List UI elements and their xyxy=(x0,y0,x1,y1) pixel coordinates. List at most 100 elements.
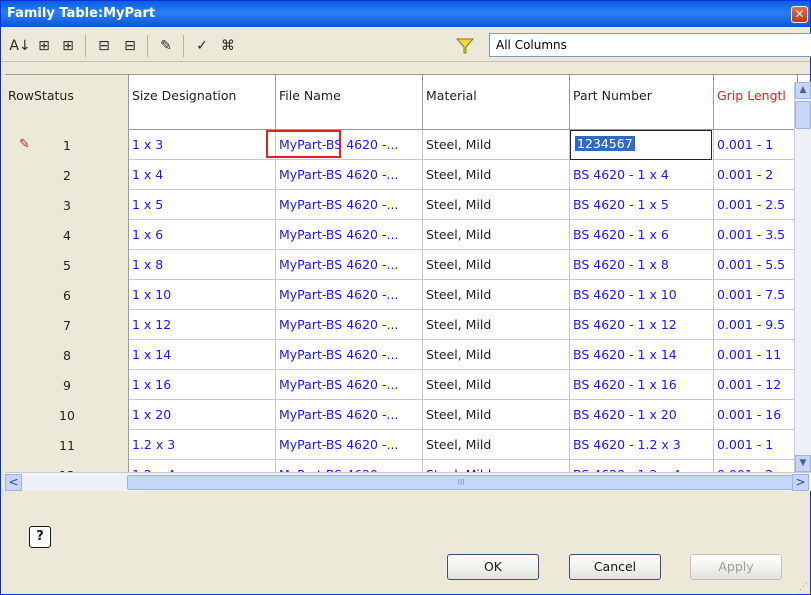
cell-file-name[interactable]: MyPart-BS 4620 -... xyxy=(276,460,423,472)
column-header-material[interactable]: Material xyxy=(423,75,570,130)
cell-size-designation[interactable]: 1 x 3 xyxy=(129,130,276,160)
cell-material[interactable]: Steel, Mild xyxy=(423,280,570,310)
hscroll-thumb[interactable]: III xyxy=(127,475,795,490)
cell-size-designation[interactable]: 1 x 10 xyxy=(129,280,276,310)
cell-material[interactable]: Steel, Mild xyxy=(423,400,570,430)
cell-part-number[interactable]: BS 4620 - 1 x 4 xyxy=(570,160,714,190)
table-row[interactable]: 11 1.2 x 3 MyPart-BS 4620 -... Steel, Mild B… xyxy=(5,430,810,460)
cell-file-name[interactable]: MyPart-BS 4620 -... xyxy=(276,340,423,370)
table-row[interactable]: 9 1 x 16 MyPart-BS 4620 -... Steel, Mild BS … xyxy=(5,370,810,400)
cell-material[interactable]: Steel, Mild xyxy=(423,220,570,250)
table-row[interactable]: 8 1 x 14 MyPart-BS 4620 -... Steel, Mild BS … xyxy=(5,340,810,370)
cell-file-name[interactable]: MyPart-BS 4620 -... xyxy=(276,280,423,310)
cell-part-number[interactable]: BS 4620 - 1 x 16 xyxy=(570,370,714,400)
sort-az-icon[interactable]: A↓ xyxy=(9,36,31,56)
cell-material[interactable]: Steel, Mild xyxy=(423,340,570,370)
filter-icon[interactable] xyxy=(455,37,475,55)
cell-part-number[interactable]: BS 4620 - 1 x 14 xyxy=(570,340,714,370)
table-row[interactable]: 3 1 x 5 MyPart-BS 4620 -... Steel, Mild BS 4… xyxy=(5,190,810,220)
table-row[interactable]: 7 1 x 12 MyPart-BS 4620 -... Steel, Mild BS … xyxy=(5,310,810,340)
vertical-scrollbar[interactable]: ▲ ▼ xyxy=(794,82,811,472)
table-row[interactable]: 121.2 x 4MyPart-BS 4620 -...Steel, MildB… xyxy=(5,460,810,472)
apply-button[interactable]: Apply xyxy=(690,554,782,580)
cell-grip-length[interactable]: 0.001 - 12 xyxy=(714,370,798,400)
cell-grip-length[interactable]: 0.001 - 5.5 xyxy=(714,250,798,280)
cell-material[interactable]: Steel, Mild xyxy=(423,460,570,472)
cell-part-number[interactable]: BS 4620 - 1.2 x 4 xyxy=(570,460,714,472)
cell-file-name[interactable]: MyPart-BS 4620 -... xyxy=(276,400,423,430)
row-status[interactable]: 10 xyxy=(5,400,129,430)
column-header-part-number[interactable]: Part Number xyxy=(570,75,714,130)
insert-column-after-icon[interactable]: ⊞ xyxy=(57,36,79,56)
cell-material[interactable]: Steel, Mild xyxy=(423,430,570,460)
help-button[interactable]: ? xyxy=(29,526,51,548)
row-status[interactable]: 6 xyxy=(5,280,129,310)
title-bar[interactable]: Family Table:MyPart ✕ xyxy=(1,1,810,27)
row-status[interactable]: 4 xyxy=(5,220,129,250)
cell-material[interactable]: Steel, Mild xyxy=(423,190,570,220)
verify-icon[interactable]: ✓ xyxy=(191,36,213,56)
column-filter-select[interactable]: All Columns xyxy=(489,33,811,57)
cell-size-designation[interactable]: 1 x 20 xyxy=(129,400,276,430)
cell-material[interactable]: Steel, Mild xyxy=(423,160,570,190)
cell-grip-length[interactable]: 0.001 - 2.5 xyxy=(714,190,798,220)
cell-file-name[interactable]: MyPart-BS 4620 -... xyxy=(276,190,423,220)
table-row[interactable]: 6 1 x 10 MyPart-BS 4620 -... Steel, Mild BS … xyxy=(5,280,810,310)
column-header-rowstatus[interactable]: RowStatus xyxy=(5,75,129,130)
table-row[interactable]: 4 1 x 6 MyPart-BS 4620 -... Steel, Mild BS 4… xyxy=(5,220,810,250)
scroll-right-icon[interactable]: > xyxy=(792,474,809,491)
cell-grip-length[interactable]: 0.001 - 1 xyxy=(714,430,798,460)
close-button[interactable]: ✕ xyxy=(791,6,808,23)
cell-file-name[interactable]: MyPart-BS 4620 -... xyxy=(276,250,423,280)
cell-grip-length[interactable]: 0.001 - 16 xyxy=(714,400,798,430)
cell-material[interactable]: Steel, Mild xyxy=(423,310,570,340)
horizontal-scrollbar[interactable]: < III > xyxy=(5,472,811,491)
cell-size-designation[interactable]: 1 x 5 xyxy=(129,190,276,220)
table-row[interactable]: ✎ 1 1 x 3 MyPart-BS 4620 -... Steel, Mild 123… xyxy=(5,130,810,160)
row-status[interactable]: 11 xyxy=(5,430,129,460)
cell-size-designation[interactable]: 1 x 16 xyxy=(129,370,276,400)
cell-part-number[interactable]: BS 4620 - 1 x 6 xyxy=(570,220,714,250)
cell-size-designation[interactable]: 1 x 14 xyxy=(129,340,276,370)
cell-file-name[interactable]: MyPart-BS 4620 -... xyxy=(276,220,423,250)
part-number-edit-field[interactable]: 1234567 xyxy=(570,130,712,160)
edit-icon[interactable]: ✎ xyxy=(155,36,177,56)
cell-size-designation[interactable]: 1.2 x 4 xyxy=(129,460,276,472)
cancel-button[interactable]: Cancel xyxy=(569,554,661,580)
row-status[interactable]: 5 xyxy=(5,250,129,280)
cell-size-designation[interactable]: 1 x 6 xyxy=(129,220,276,250)
cell-part-number[interactable]: BS 4620 - 1 x 20 xyxy=(570,400,714,430)
cell-grip-length[interactable]: 0.001 - 11 xyxy=(714,340,798,370)
row-status[interactable]: 2 xyxy=(5,160,129,190)
scroll-thumb[interactable] xyxy=(795,101,811,129)
cell-part-number[interactable]: BS 4620 - 1 x 8 xyxy=(570,250,714,280)
column-header-grip-length[interactable]: Grip Lengtl xyxy=(714,75,798,130)
cell-size-designation[interactable]: 1 x 8 xyxy=(129,250,276,280)
scroll-up-icon[interactable]: ▲ xyxy=(795,82,811,99)
cell-grip-length[interactable]: 0.001 - 9.5 xyxy=(714,310,798,340)
column-header-size-designation[interactable]: Size Designation xyxy=(129,75,276,130)
row-status[interactable]: 9 xyxy=(5,370,129,400)
row-status[interactable]: 8 xyxy=(5,340,129,370)
cell-part-number[interactable]: 1234567 xyxy=(570,130,714,160)
cell-file-name[interactable]: MyPart-BS 4620 -... xyxy=(276,430,423,460)
row-status[interactable]: 12 xyxy=(5,460,129,472)
properties-icon[interactable]: ⌘ xyxy=(217,36,239,56)
cell-file-name[interactable]: MyPart-BS 4620 -... xyxy=(276,310,423,340)
cell-material[interactable]: Steel, Mild xyxy=(423,130,570,160)
cell-part-number[interactable]: BS 4620 - 1 x 10 xyxy=(570,280,714,310)
cell-part-number[interactable]: BS 4620 - 1 x 12 xyxy=(570,310,714,340)
cell-grip-length[interactable]: 0.001 - 3.5 xyxy=(714,220,798,250)
cell-grip-length[interactable]: 0.001 - 1 xyxy=(714,130,798,160)
column-header-file-name[interactable]: File Name xyxy=(276,75,423,130)
cell-file-name[interactable]: MyPart-BS 4620 -... xyxy=(276,370,423,400)
row-status[interactable]: ✎ 1 xyxy=(5,130,129,160)
scroll-left-icon[interactable]: < xyxy=(5,474,22,491)
cell-file-name[interactable]: MyPart-BS 4620 -... xyxy=(276,160,423,190)
scroll-down-icon[interactable]: ▼ xyxy=(795,455,811,472)
table-row[interactable]: 10 1 x 20 MyPart-BS 4620 -... Steel, Mild BS… xyxy=(5,400,810,430)
cell-size-designation[interactable]: 1 x 12 xyxy=(129,310,276,340)
resize-grip-icon[interactable]: ⋰ xyxy=(799,582,808,592)
table-row[interactable]: 2 1 x 4 MyPart-BS 4620 -... Steel, Mild BS 4… xyxy=(5,160,810,190)
cell-grip-length[interactable]: 0.001 - 2 xyxy=(714,160,798,190)
